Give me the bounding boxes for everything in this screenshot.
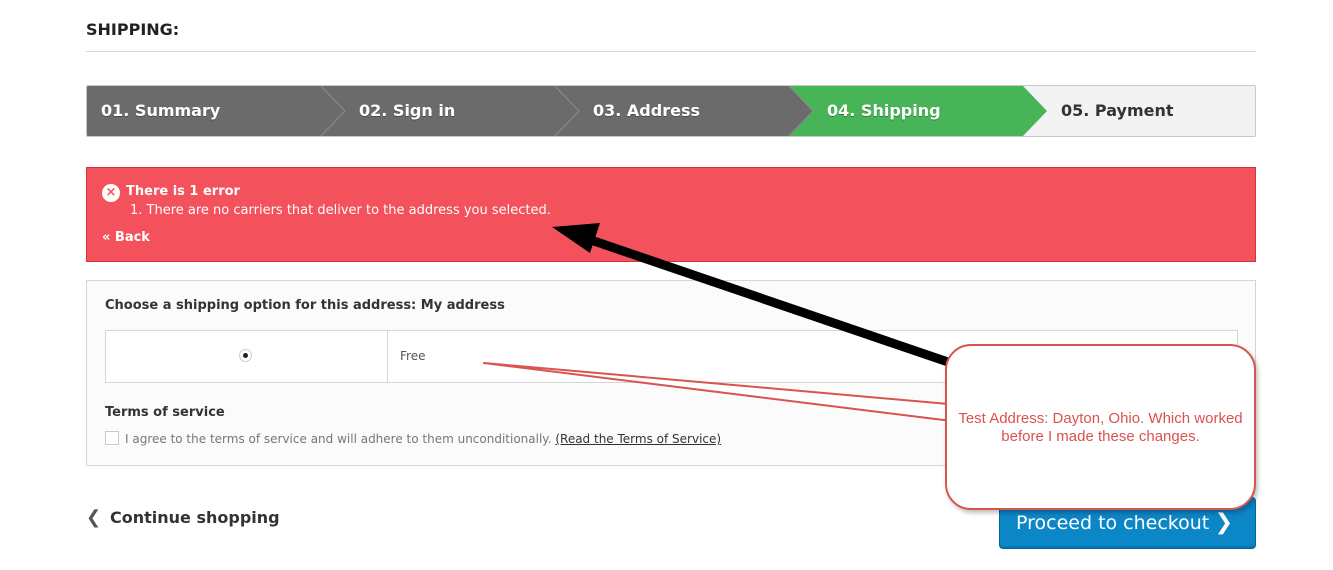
continue-shopping-link[interactable]: ❮ Continue shopping (86, 507, 280, 528)
shipping-option-label: Free (400, 349, 426, 363)
terms-agreement-text: I agree to the terms of service and will… (125, 432, 552, 446)
step-payment: 05. Payment (1061, 101, 1174, 120)
error-alert: × There is 1 error 1. There are no carri… (86, 167, 1256, 262)
alert-message: 1. There are no carriers that deliver to… (130, 203, 551, 218)
proceed-label: Proceed to checkout (1016, 512, 1210, 534)
alert-title: There is 1 error (126, 184, 240, 199)
terms-title: Terms of service (105, 405, 225, 420)
step-address[interactable]: 03. Address (593, 86, 700, 136)
checkout-steps: 01. Summary 02. Sign in 03. Address 04. … (86, 85, 1256, 137)
terms-link[interactable]: (Read the Terms of Service) (555, 432, 721, 446)
callout-text: Test Address: Dayton, Ohio. Which worked… (958, 410, 1243, 445)
step-shipping: 04. Shipping (827, 101, 941, 120)
terms-text: I agree to the terms of service and will… (125, 432, 721, 446)
terms-checkbox[interactable] (105, 431, 119, 445)
shipping-option-radio[interactable] (239, 349, 252, 362)
option-radio-cell (106, 331, 388, 382)
continue-shopping-label: Continue shopping (110, 508, 280, 527)
close-circle-icon: × (102, 184, 120, 202)
chevron-left-icon: ❮ (86, 507, 102, 528)
step-summary[interactable]: 01. Summary (101, 86, 220, 136)
delivery-options-title: Choose a shipping option for this addres… (105, 298, 505, 313)
back-link[interactable]: « Back (102, 230, 150, 245)
step-sign-in[interactable]: 02. Sign in (359, 86, 455, 136)
annotation-callout: Test Address: Dayton, Ohio. Which worked… (945, 344, 1256, 510)
page-title: SHIPPING: (86, 20, 1256, 52)
